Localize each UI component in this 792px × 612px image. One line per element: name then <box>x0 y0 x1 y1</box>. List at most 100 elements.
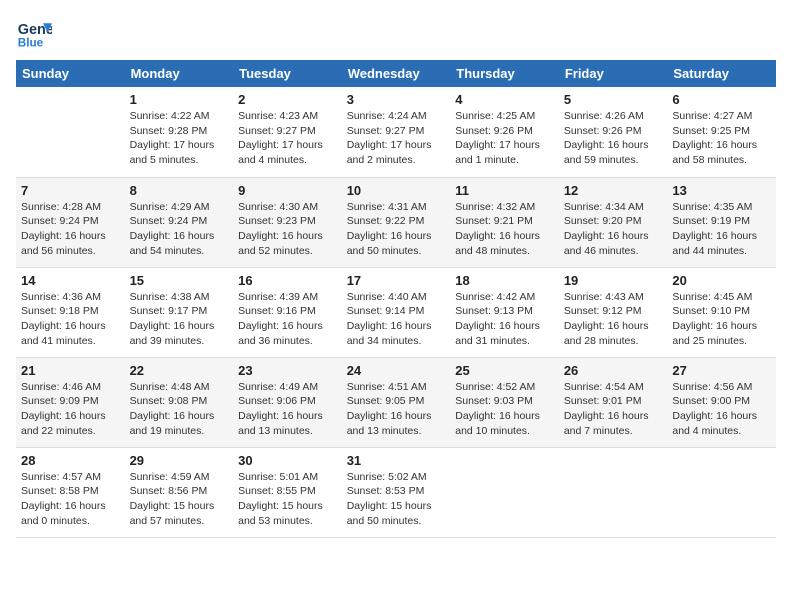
day-info: Sunrise: 4:40 AM Sunset: 9:14 PM Dayligh… <box>347 290 446 349</box>
day-cell: 14 Sunrise: 4:36 AM Sunset: 9:18 PM Dayli… <box>16 267 125 357</box>
day-number: 26 <box>564 363 663 378</box>
day-cell <box>450 447 559 537</box>
day-number: 13 <box>672 183 771 198</box>
day-number: 23 <box>238 363 337 378</box>
day-cell: 7Sunrise: 4:28 AM Sunset: 9:24 PM Daylig… <box>16 177 125 267</box>
day-number: 15 <box>130 273 229 288</box>
day-number: 20 <box>672 273 771 288</box>
day-info: Sunrise: 4:29 AM Sunset: 9:24 PM Dayligh… <box>130 200 229 259</box>
day-info: Sunrise: 4:45 AM Sunset: 9:10 PM Dayligh… <box>672 290 771 349</box>
day-cell: 11 Sunrise: 4:32 AM Sunset: 9:21 PM Dayli… <box>450 177 559 267</box>
day-cell: 20 Sunrise: 4:45 AM Sunset: 9:10 PM Dayli… <box>667 267 776 357</box>
day-info: Sunrise: 4:26 AM Sunset: 9:26 PM Dayligh… <box>564 109 663 168</box>
day-cell: 13 Sunrise: 4:35 AM Sunset: 9:19 PM Dayli… <box>667 177 776 267</box>
day-number: 6 <box>672 92 771 107</box>
day-cell: 21Sunrise: 4:46 AM Sunset: 9:09 PM Dayli… <box>16 357 125 447</box>
day-number: 10 <box>347 183 446 198</box>
day-info: Sunrise: 4:46 AM Sunset: 9:09 PM Dayligh… <box>21 380 120 439</box>
day-number: 22 <box>130 363 229 378</box>
day-info: Sunrise: 4:31 AM Sunset: 9:22 PM Dayligh… <box>347 200 446 259</box>
day-cell: 15 Sunrise: 4:38 AM Sunset: 9:17 PM Dayli… <box>125 267 234 357</box>
day-info: Sunrise: 4:32 AM Sunset: 9:21 PM Dayligh… <box>455 200 554 259</box>
day-info: Sunrise: 4:59 AM Sunset: 8:56 PM Dayligh… <box>130 470 229 529</box>
day-info: Sunrise: 4:23 AM Sunset: 9:27 PM Dayligh… <box>238 109 337 168</box>
col-header-thursday: Thursday <box>450 60 559 87</box>
day-info: Sunrise: 4:39 AM Sunset: 9:16 PM Dayligh… <box>238 290 337 349</box>
day-info: Sunrise: 4:25 AM Sunset: 9:26 PM Dayligh… <box>455 109 554 168</box>
calendar-table: SundayMondayTuesdayWednesdayThursdayFrid… <box>16 60 776 538</box>
page-header: General Blue <box>16 16 776 52</box>
day-cell: 28 Sunrise: 4:57 AM Sunset: 8:58 PM Dayli… <box>16 447 125 537</box>
day-number: 12 <box>564 183 663 198</box>
col-header-monday: Monday <box>125 60 234 87</box>
day-info: Sunrise: 4:24 AM Sunset: 9:27 PM Dayligh… <box>347 109 446 168</box>
day-cell: 23Sunrise: 4:49 AM Sunset: 9:06 PM Dayli… <box>233 357 342 447</box>
day-number: 11 <box>455 183 554 198</box>
day-cell: 17 Sunrise: 4:40 AM Sunset: 9:14 PM Dayli… <box>342 267 451 357</box>
day-cell: 16 Sunrise: 4:39 AM Sunset: 9:16 PM Dayli… <box>233 267 342 357</box>
week-row-5: 28 Sunrise: 4:57 AM Sunset: 8:58 PM Dayli… <box>16 447 776 537</box>
day-cell <box>16 87 125 177</box>
day-info: Sunrise: 4:43 AM Sunset: 9:12 PM Dayligh… <box>564 290 663 349</box>
day-cell <box>559 447 668 537</box>
day-number: 2 <box>238 92 337 107</box>
day-info: Sunrise: 4:22 AM Sunset: 9:28 PM Dayligh… <box>130 109 229 168</box>
day-cell: 6 Sunrise: 4:27 AM Sunset: 9:25 PM Daylig… <box>667 87 776 177</box>
day-info: Sunrise: 4:48 AM Sunset: 9:08 PM Dayligh… <box>130 380 229 439</box>
day-info: Sunrise: 4:35 AM Sunset: 9:19 PM Dayligh… <box>672 200 771 259</box>
day-info: Sunrise: 4:42 AM Sunset: 9:13 PM Dayligh… <box>455 290 554 349</box>
logo: General Blue <box>16 16 56 52</box>
day-number: 4 <box>455 92 554 107</box>
day-number: 30 <box>238 453 337 468</box>
day-cell: 29 Sunrise: 4:59 AM Sunset: 8:56 PM Dayli… <box>125 447 234 537</box>
day-info: Sunrise: 4:54 AM Sunset: 9:01 PM Dayligh… <box>564 380 663 439</box>
day-number: 28 <box>21 453 120 468</box>
day-number: 3 <box>347 92 446 107</box>
col-header-wednesday: Wednesday <box>342 60 451 87</box>
day-cell: 5 Sunrise: 4:26 AM Sunset: 9:26 PM Daylig… <box>559 87 668 177</box>
day-cell: 26 Sunrise: 4:54 AM Sunset: 9:01 PM Dayli… <box>559 357 668 447</box>
week-row-3: 14 Sunrise: 4:36 AM Sunset: 9:18 PM Dayli… <box>16 267 776 357</box>
day-info: Sunrise: 5:02 AM Sunset: 8:53 PM Dayligh… <box>347 470 446 529</box>
day-number: 31 <box>347 453 446 468</box>
day-info: Sunrise: 4:28 AM Sunset: 9:24 PM Dayligh… <box>21 200 120 259</box>
day-info: Sunrise: 4:27 AM Sunset: 9:25 PM Dayligh… <box>672 109 771 168</box>
day-info: Sunrise: 4:38 AM Sunset: 9:17 PM Dayligh… <box>130 290 229 349</box>
day-info: Sunrise: 5:01 AM Sunset: 8:55 PM Dayligh… <box>238 470 337 529</box>
day-number: 17 <box>347 273 446 288</box>
day-cell: 19 Sunrise: 4:43 AM Sunset: 9:12 PM Dayli… <box>559 267 668 357</box>
day-number: 19 <box>564 273 663 288</box>
day-cell <box>667 447 776 537</box>
day-cell: 4 Sunrise: 4:25 AM Sunset: 9:26 PM Daylig… <box>450 87 559 177</box>
day-cell: 24Sunrise: 4:51 AM Sunset: 9:05 PM Dayli… <box>342 357 451 447</box>
day-number: 14 <box>21 273 120 288</box>
day-cell: 27Sunrise: 4:56 AM Sunset: 9:00 PM Dayli… <box>667 357 776 447</box>
day-cell: 10 Sunrise: 4:31 AM Sunset: 9:22 PM Dayli… <box>342 177 451 267</box>
day-number: 24 <box>347 363 446 378</box>
day-info: Sunrise: 4:57 AM Sunset: 8:58 PM Dayligh… <box>21 470 120 529</box>
col-header-sunday: Sunday <box>16 60 125 87</box>
day-cell: 12 Sunrise: 4:34 AM Sunset: 9:20 PM Dayli… <box>559 177 668 267</box>
week-row-4: 21Sunrise: 4:46 AM Sunset: 9:09 PM Dayli… <box>16 357 776 447</box>
day-cell: 1 Sunrise: 4:22 AM Sunset: 9:28 PM Daylig… <box>125 87 234 177</box>
day-number: 9 <box>238 183 337 198</box>
day-cell: 22 Sunrise: 4:48 AM Sunset: 9:08 PM Dayli… <box>125 357 234 447</box>
day-cell: 3 Sunrise: 4:24 AM Sunset: 9:27 PM Daylig… <box>342 87 451 177</box>
day-cell: 31 Sunrise: 5:02 AM Sunset: 8:53 PM Dayli… <box>342 447 451 537</box>
day-cell: 30 Sunrise: 5:01 AM Sunset: 8:55 PM Dayli… <box>233 447 342 537</box>
day-cell: 18Sunrise: 4:42 AM Sunset: 9:13 PM Dayli… <box>450 267 559 357</box>
day-cell: 25Sunrise: 4:52 AM Sunset: 9:03 PM Dayli… <box>450 357 559 447</box>
day-info: Sunrise: 4:52 AM Sunset: 9:03 PM Dayligh… <box>455 380 554 439</box>
day-number: 1 <box>130 92 229 107</box>
day-info: Sunrise: 4:34 AM Sunset: 9:20 PM Dayligh… <box>564 200 663 259</box>
day-number: 29 <box>130 453 229 468</box>
day-cell: 9Sunrise: 4:30 AM Sunset: 9:23 PM Daylig… <box>233 177 342 267</box>
day-info: Sunrise: 4:36 AM Sunset: 9:18 PM Dayligh… <box>21 290 120 349</box>
day-number: 5 <box>564 92 663 107</box>
day-number: 16 <box>238 273 337 288</box>
day-cell: 8Sunrise: 4:29 AM Sunset: 9:24 PM Daylig… <box>125 177 234 267</box>
day-cell: 2 Sunrise: 4:23 AM Sunset: 9:27 PM Daylig… <box>233 87 342 177</box>
week-row-2: 7Sunrise: 4:28 AM Sunset: 9:24 PM Daylig… <box>16 177 776 267</box>
col-header-saturday: Saturday <box>667 60 776 87</box>
col-header-tuesday: Tuesday <box>233 60 342 87</box>
